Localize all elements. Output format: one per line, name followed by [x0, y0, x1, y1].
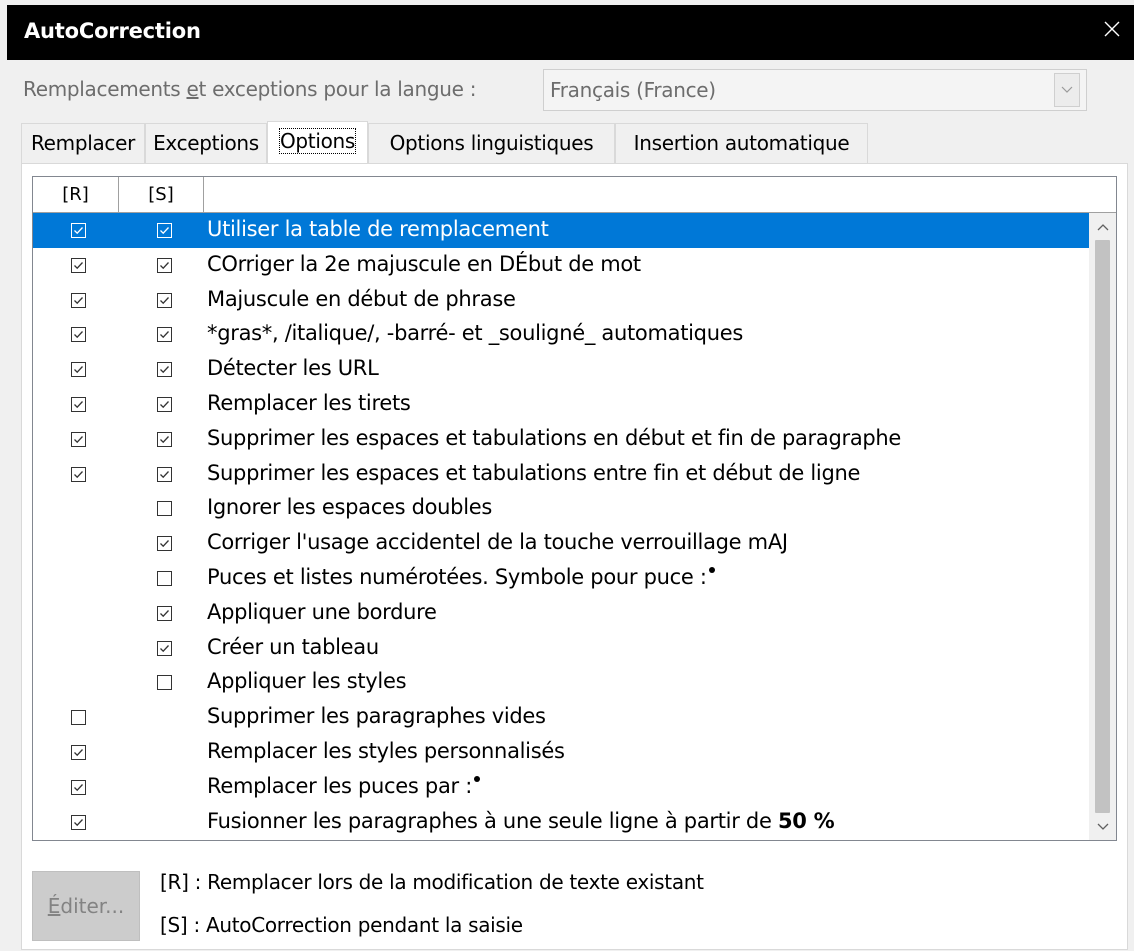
option-row[interactable]: COrriger la 2e majuscule en DÉbut de mot: [33, 248, 1089, 283]
option-label: Appliquer une bordure: [207, 599, 437, 624]
option-row[interactable]: Ignorer les espaces doubles: [33, 491, 1089, 526]
checkbox-s[interactable]: [157, 501, 172, 517]
tab-options-linguistiques[interactable]: Options linguistiques: [368, 123, 615, 164]
option-rows: Utiliser la table de remplacement COrrige…: [33, 213, 1089, 840]
tab-options[interactable]: Options: [267, 121, 368, 165]
option-row[interactable]: Supprimer les paragraphes vides: [33, 700, 1089, 735]
checkbox-s[interactable]: [157, 327, 172, 343]
checkbox-r[interactable]: [71, 362, 86, 378]
tab-remplacer[interactable]: Remplacer: [21, 123, 145, 164]
language-select[interactable]: Français (France): [543, 69, 1087, 111]
option-row[interactable]: Fusionner les paragraphes à une seule li…: [33, 805, 1089, 840]
checkbox-s[interactable]: [157, 605, 172, 621]
option-label: Détecter les URL: [207, 356, 379, 381]
bullet-symbol: [474, 775, 481, 782]
vertical-scrollbar[interactable]: [1089, 213, 1116, 840]
option-row[interactable]: Puces et listes numérotées. Symbole pour…: [33, 561, 1089, 596]
checkbox-s[interactable]: [157, 466, 172, 482]
option-row[interactable]: Remplacer les tirets: [33, 387, 1089, 422]
checkbox-r[interactable]: [71, 396, 86, 412]
checkbox-r[interactable]: [71, 257, 86, 273]
column-header-r[interactable]: [R]: [33, 177, 119, 213]
column-header-s[interactable]: [S]: [119, 177, 204, 213]
checkbox-r[interactable]: [71, 431, 86, 447]
option-label: Supprimer les espaces et tabulations en …: [207, 425, 902, 450]
option-row[interactable]: Corriger l'usage accidentel de la touche…: [33, 526, 1089, 561]
checkbox-r[interactable]: [71, 744, 86, 760]
checkbox-s[interactable]: [157, 223, 172, 238]
option-row[interactable]: Remplacer les styles personnalisés: [33, 735, 1089, 770]
close-icon[interactable]: [1098, 15, 1126, 43]
option-label: Corriger l'usage accidentel de la touche…: [207, 530, 788, 555]
options-list[interactable]: [R] [S] Utiliser la table de remplacemen…: [32, 176, 1117, 841]
option-label: Supprimer les espaces et tabulations ent…: [207, 460, 861, 485]
option-row[interactable]: Supprimer les espaces et tabulations en …: [33, 422, 1089, 457]
legend-r: [R] : Remplacer lors de la modification …: [160, 870, 704, 894]
option-label: Puces et listes numérotées. Symbole pour…: [207, 565, 715, 589]
option-label: Remplacer les tirets: [207, 390, 411, 415]
option-label: Fusionner les paragraphes à une seule li…: [207, 808, 835, 833]
checkbox-s[interactable]: [157, 257, 172, 273]
option-row[interactable]: Détecter les URL: [33, 352, 1089, 387]
checkbox-s[interactable]: [157, 362, 172, 378]
option-label: Remplacer les puces par :: [207, 774, 481, 798]
option-label: Majuscule en début de phrase: [207, 286, 516, 311]
option-row[interactable]: Remplacer les puces par :: [33, 770, 1089, 805]
tab-exceptions[interactable]: Exceptions: [145, 123, 267, 164]
checkbox-s[interactable]: [157, 396, 172, 412]
checkbox-r[interactable]: [71, 223, 86, 238]
option-label: *gras*, /italique/, -barré- et _souligné…: [207, 321, 743, 346]
bullet-symbol: [708, 566, 715, 573]
language-value: Français (France): [550, 78, 716, 102]
option-label: Remplacer les styles personnalisés: [207, 738, 565, 763]
option-row[interactable]: Appliquer une bordure: [33, 596, 1089, 631]
checkbox-s[interactable]: [157, 570, 172, 586]
legend-s: [S] : AutoCorrection pendant la saisie: [160, 913, 523, 937]
scroll-thumb[interactable]: [1095, 240, 1110, 813]
checkbox-r[interactable]: [71, 292, 86, 308]
chevron-down-icon[interactable]: [1054, 73, 1080, 107]
checkbox-s[interactable]: [157, 640, 172, 656]
checkbox-s[interactable]: [157, 536, 172, 552]
option-label: Appliquer les styles: [207, 669, 407, 694]
scroll-up-icon[interactable]: [1089, 213, 1116, 240]
title-bar: AutoCorrection: [7, 5, 1134, 60]
checkbox-s[interactable]: [157, 292, 172, 308]
language-label: Remplacements et exceptions pour la lang…: [23, 77, 477, 101]
option-label: Supprimer les paragraphes vides: [207, 704, 546, 729]
window-title: AutoCorrection: [24, 19, 201, 43]
checkbox-r[interactable]: [71, 327, 86, 343]
option-row[interactable]: Créer un tableau: [33, 631, 1089, 666]
option-row[interactable]: Utiliser la table de remplacement: [33, 213, 1089, 248]
checkbox-s[interactable]: [157, 675, 172, 691]
option-row[interactable]: Majuscule en début de phrase: [33, 283, 1089, 318]
checkbox-s[interactable]: [157, 431, 172, 447]
option-label: Utiliser la table de remplacement: [207, 217, 549, 241]
checkbox-r[interactable]: [71, 466, 86, 482]
tab-insertion-automatique[interactable]: Insertion automatique: [615, 123, 868, 164]
option-label: COrriger la 2e majuscule en DÉbut de mot: [207, 251, 641, 276]
checkbox-r[interactable]: [71, 814, 86, 830]
checkbox-r[interactable]: [71, 710, 86, 726]
list-header: [R] [S]: [33, 177, 1116, 213]
option-label: Créer un tableau: [207, 634, 379, 659]
option-label: Ignorer les espaces doubles: [207, 495, 493, 520]
autocorrection-dialog: AutoCorrection Remplacements et exceptio…: [0, 0, 1134, 951]
scroll-down-icon[interactable]: [1089, 813, 1116, 840]
option-row[interactable]: Appliquer les styles: [33, 665, 1089, 700]
checkbox-r[interactable]: [71, 779, 86, 795]
edit-button[interactable]: Éditer...: [32, 871, 140, 941]
option-row[interactable]: Supprimer les espaces et tabulations ent…: [33, 457, 1089, 492]
option-row[interactable]: *gras*, /italique/, -barré- et _souligné…: [33, 317, 1089, 352]
